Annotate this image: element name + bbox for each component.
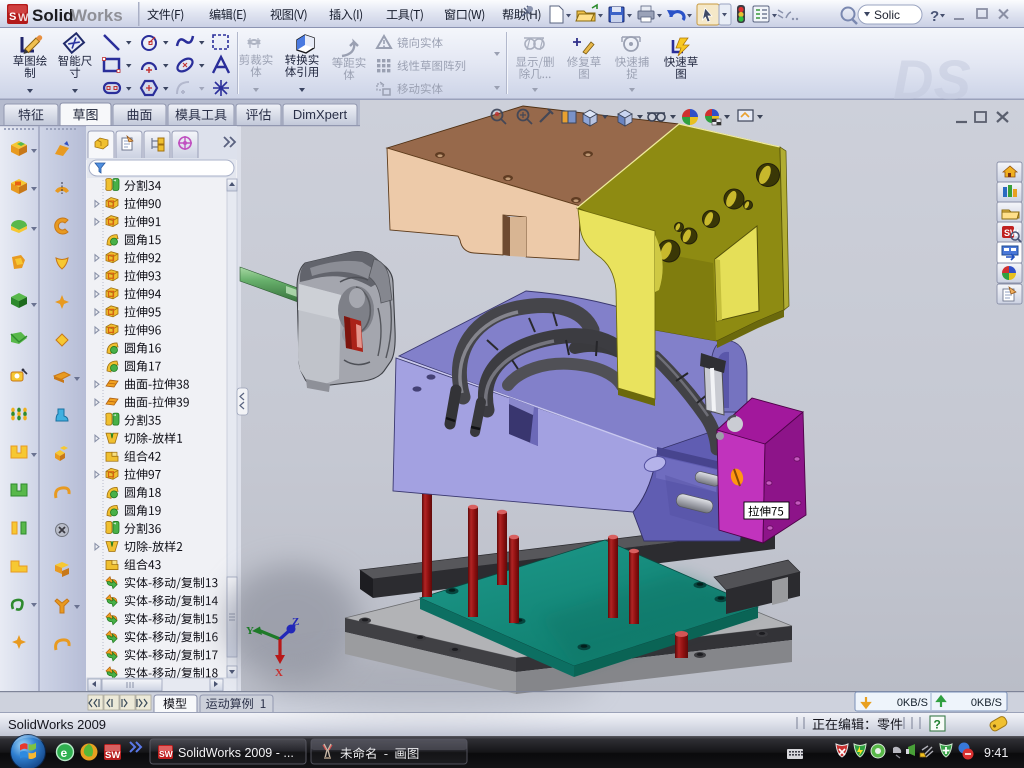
svg-text:S: S	[9, 11, 16, 23]
svg-text:X: X	[275, 667, 283, 679]
svg-text:e: e	[61, 746, 68, 760]
svg-text:Solic: Solic	[874, 8, 900, 22]
svg-text:Z: Z	[292, 616, 299, 628]
svg-text:0KB/S: 0KB/S	[971, 697, 1002, 709]
svg-text:SW: SW	[105, 750, 120, 761]
svg-text:DS: DS	[893, 48, 971, 111]
svg-text:Y: Y	[246, 625, 254, 637]
svg-text:Solid: Solid	[32, 6, 74, 25]
svg-text:DimXpert: DimXpert	[293, 107, 348, 122]
svg-text:SW: SW	[159, 749, 174, 759]
svg-text:W: W	[18, 12, 29, 24]
svg-text:?: ?	[930, 8, 939, 25]
svg-text:9:41: 9:41	[984, 746, 1008, 760]
svg-text:0KB/S: 0KB/S	[897, 697, 928, 709]
svg-text:SolidWorks 2009: SolidWorks 2009	[8, 717, 106, 732]
svg-text:Works: Works	[71, 6, 123, 25]
svg-text:SolidWorks 2009 - ...: SolidWorks 2009 - ...	[178, 746, 294, 760]
svg-text:?: ?	[934, 718, 941, 732]
